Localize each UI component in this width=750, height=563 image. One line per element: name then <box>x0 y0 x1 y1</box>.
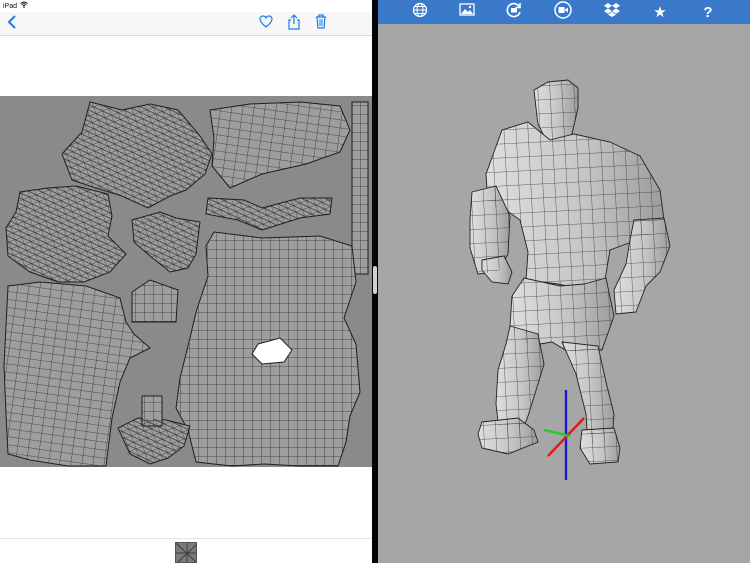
viewer-toolbar: ★ ? <box>378 0 750 24</box>
split-view: iPad ★ ? <box>0 0 750 563</box>
share-button[interactable] <box>284 13 304 35</box>
image-button[interactable] <box>452 0 482 24</box>
chevron-left-icon <box>7 14 17 34</box>
thumbnail-strip <box>0 538 372 563</box>
record-video-icon <box>554 0 572 24</box>
photos-pane: iPad <box>0 0 372 563</box>
globe-button[interactable] <box>405 0 435 24</box>
heart-icon <box>259 15 273 33</box>
viewer-pane: ★ ? <box>378 0 750 563</box>
device-label: iPad <box>3 2 18 10</box>
record-video-button[interactable] <box>548 0 578 24</box>
photo-thumbnail[interactable] <box>175 542 197 563</box>
divider-handle[interactable] <box>373 266 377 294</box>
wifi-icon <box>20 1 28 12</box>
dropbox-button[interactable] <box>597 0 627 24</box>
trash-icon <box>315 14 327 34</box>
share-icon <box>288 13 300 35</box>
back-button[interactable] <box>2 14 22 34</box>
favorites-button[interactable]: ★ <box>645 0 675 24</box>
favorite-button[interactable] <box>256 14 276 34</box>
dropbox-icon <box>603 2 621 23</box>
reset-view-icon <box>505 1 523 24</box>
help-icon: ? <box>703 3 713 21</box>
status-bar: iPad <box>0 0 372 12</box>
image-icon <box>459 3 475 21</box>
help-button[interactable]: ? <box>693 0 723 24</box>
delete-button[interactable] <box>311 14 331 34</box>
photos-navbar <box>0 12 372 36</box>
star-icon: ★ <box>653 4 667 21</box>
globe-icon <box>412 2 428 23</box>
reset-view-button[interactable] <box>499 0 529 24</box>
axis-gizmo <box>543 390 585 480</box>
uv-texture-image[interactable] <box>0 96 372 467</box>
model-viewport[interactable] <box>378 24 750 563</box>
